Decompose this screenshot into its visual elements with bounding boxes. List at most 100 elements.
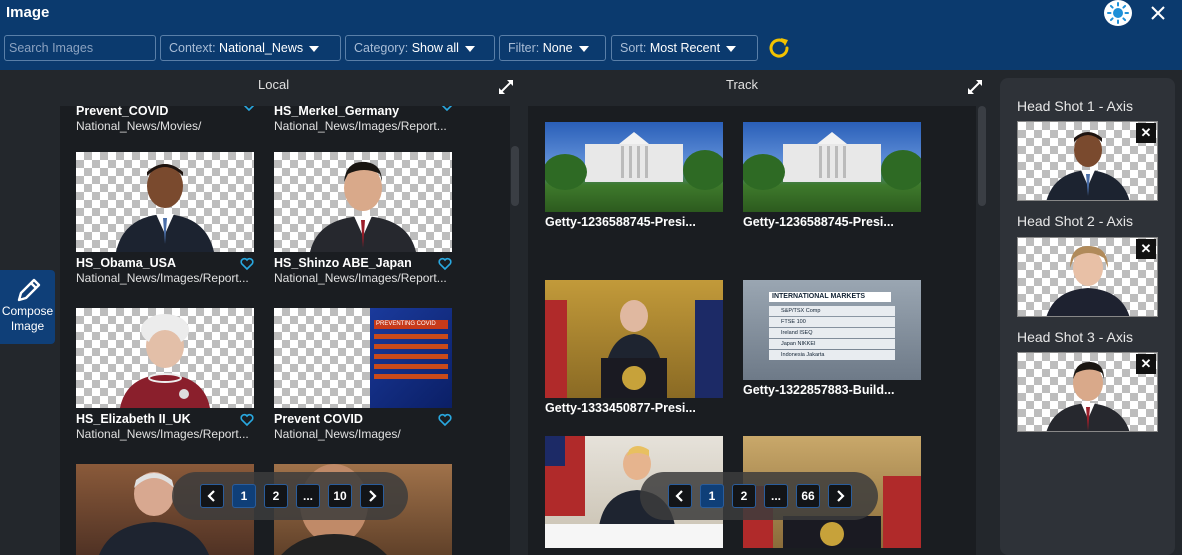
markets-row: S&P/TSX Comp (769, 306, 895, 316)
local-pane-title: Local (258, 77, 290, 92)
next-page-button[interactable] (360, 484, 384, 508)
sort-label: Sort: (620, 41, 647, 55)
markets-row: Japan NIKKEI (769, 339, 895, 349)
headshot-3-label: Head Shot 3 - Axis (1017, 329, 1133, 345)
local-card-obama[interactable]: HS_Obama_USA National_News/Images/Report… (76, 152, 256, 285)
heart-icon[interactable] (240, 257, 254, 271)
markets-table: S&P/TSX Comp FTSE 100 Ireland ISEQ Japan… (769, 306, 895, 361)
headshot-2-thumb[interactable]: ✕ (1017, 237, 1158, 317)
context-label: Context: (169, 41, 216, 55)
track-card-2[interactable]: Getty-1236588745-Presi... (743, 122, 923, 229)
white-house-image (545, 122, 723, 212)
track-pane-title: Track (726, 77, 759, 92)
page-button[interactable]: 10 (328, 484, 352, 508)
card-name: Prevent_COVID (76, 106, 169, 118)
card-path: National_News/Images/ (274, 427, 401, 441)
compose-label-line1: Compose (1, 304, 54, 318)
card-name: Getty-1333450877-Presi... (545, 401, 696, 415)
chevron-right-icon (837, 490, 845, 502)
page-button[interactable]: 2 (732, 484, 756, 508)
track-scrollbar[interactable] (978, 106, 986, 206)
close-window-button[interactable] (1150, 3, 1168, 23)
markets-graphic-image: INTERNATIONAL MARKETS S&P/TSX Comp FTSE … (743, 280, 921, 380)
toolbar: Context: National_News Category: Show al… (0, 26, 1182, 70)
card-name: Prevent COVID (274, 412, 363, 426)
headshot-1-thumb[interactable]: ✕ (1017, 121, 1158, 201)
pencil-icon (17, 278, 40, 302)
local-card-merkel[interactable]: HS_Merkel_Germany National_News/Images/R… (274, 106, 454, 133)
filter-dropdown[interactable]: Filter: None (499, 35, 606, 61)
card-path: National_News/Images/Report... (274, 271, 447, 285)
card-name: HS_Obama_USA (76, 256, 177, 270)
chevron-down-icon (578, 46, 589, 52)
category-label: Category: (354, 41, 409, 55)
headshot-image (76, 152, 254, 252)
theme-toggle-button[interactable] (1104, 0, 1132, 26)
page-button[interactable]: 1 (232, 484, 256, 508)
card-path: National_News/Movies/ (76, 119, 202, 133)
remove-headshot-3-button[interactable]: ✕ (1136, 354, 1156, 374)
markets-row: Indonesia Jakarta (769, 350, 895, 360)
local-expand-button[interactable] (497, 78, 515, 96)
refresh-button[interactable] (766, 35, 792, 61)
expand-icon (968, 80, 982, 94)
sort-dropdown[interactable]: Sort: Most Recent (611, 35, 758, 61)
headshot-2-label: Head Shot 2 - Axis (1017, 213, 1133, 229)
card-name: HS_Shinzo ABE_Japan (274, 256, 412, 270)
card-name: Getty-1322857883-Build... (743, 383, 895, 397)
page-button[interactable]: 2 (264, 484, 288, 508)
chevron-down-icon (309, 46, 320, 52)
track-card-4[interactable]: INTERNATIONAL MARKETS S&P/TSX Comp FTSE … (743, 280, 923, 397)
card-name: HS_Merkel_Germany (274, 106, 400, 118)
title-bar: Image (0, 0, 1182, 26)
heart-icon[interactable] (438, 413, 452, 427)
search-input[interactable] (4, 35, 156, 61)
sun-icon (1107, 2, 1129, 24)
remove-headshot-1-button[interactable]: ✕ (1136, 123, 1156, 143)
local-card-abe[interactable]: HS_Shinzo ABE_Japan National_News/Images… (274, 152, 454, 285)
headshot-image (274, 152, 452, 252)
chevron-left-icon (207, 490, 215, 502)
card-path: National_News/Images/Report... (76, 271, 249, 285)
chevron-down-icon (726, 46, 737, 52)
press-conference-image (545, 280, 723, 398)
headshot-3-thumb[interactable]: ✕ (1017, 352, 1158, 432)
covid-graphic-image: PREVENTING COVID (274, 308, 452, 408)
local-card-prevent-covid-image[interactable]: PREVENTING COVID Prevent COVID National_… (274, 308, 454, 441)
next-page-button[interactable] (828, 484, 852, 508)
filter-label: Filter: (508, 41, 540, 55)
chevron-right-icon (369, 490, 377, 502)
heart-icon[interactable] (242, 106, 256, 112)
heart-icon[interactable] (438, 257, 452, 271)
local-pane: Prevent_COVID National_News/Movies/ HS_M… (60, 106, 510, 555)
white-house-image (743, 122, 921, 212)
window-title: Image (6, 4, 50, 21)
track-card-1[interactable]: Getty-1236588745-Presi... (545, 122, 725, 229)
refresh-icon (769, 38, 789, 58)
headshot-1-label: Head Shot 1 - Axis (1017, 98, 1133, 114)
card-name: Getty-1236588745-Presi... (743, 215, 894, 229)
category-value: Show all (411, 41, 459, 55)
track-pane: Getty-1236588745-Presi... Getty-12365887… (528, 106, 976, 555)
local-card-elizabeth[interactable]: HS_Elizabeth II_UK National_News/Images/… (76, 308, 256, 441)
heart-icon[interactable] (240, 413, 254, 427)
track-card-3[interactable]: Getty-1333450877-Presi... (545, 280, 725, 415)
filter-value: None (542, 41, 573, 55)
page-button[interactable]: 66 (796, 484, 820, 508)
page-ellipsis[interactable]: ... (764, 484, 788, 508)
page-button[interactable]: 1 (700, 484, 724, 508)
track-pagination: 1 2 ... 66 (640, 472, 878, 520)
track-expand-button[interactable] (966, 78, 984, 96)
heart-icon[interactable] (440, 106, 454, 112)
context-dropdown[interactable]: Context: National_News (160, 35, 341, 61)
remove-headshot-2-button[interactable]: ✕ (1136, 239, 1156, 259)
local-card-prevent-covid-movie[interactable]: Prevent_COVID National_News/Movies/ (76, 106, 256, 133)
category-dropdown[interactable]: Category: Show all (345, 35, 495, 61)
prev-page-button[interactable] (200, 484, 224, 508)
prev-page-button[interactable] (668, 484, 692, 508)
local-scrollbar[interactable] (511, 146, 519, 206)
page-ellipsis[interactable]: ... (296, 484, 320, 508)
chevron-left-icon (675, 490, 683, 502)
compose-label-line2: Image (10, 319, 45, 333)
compose-image-button[interactable]: Compose Image (0, 270, 55, 344)
